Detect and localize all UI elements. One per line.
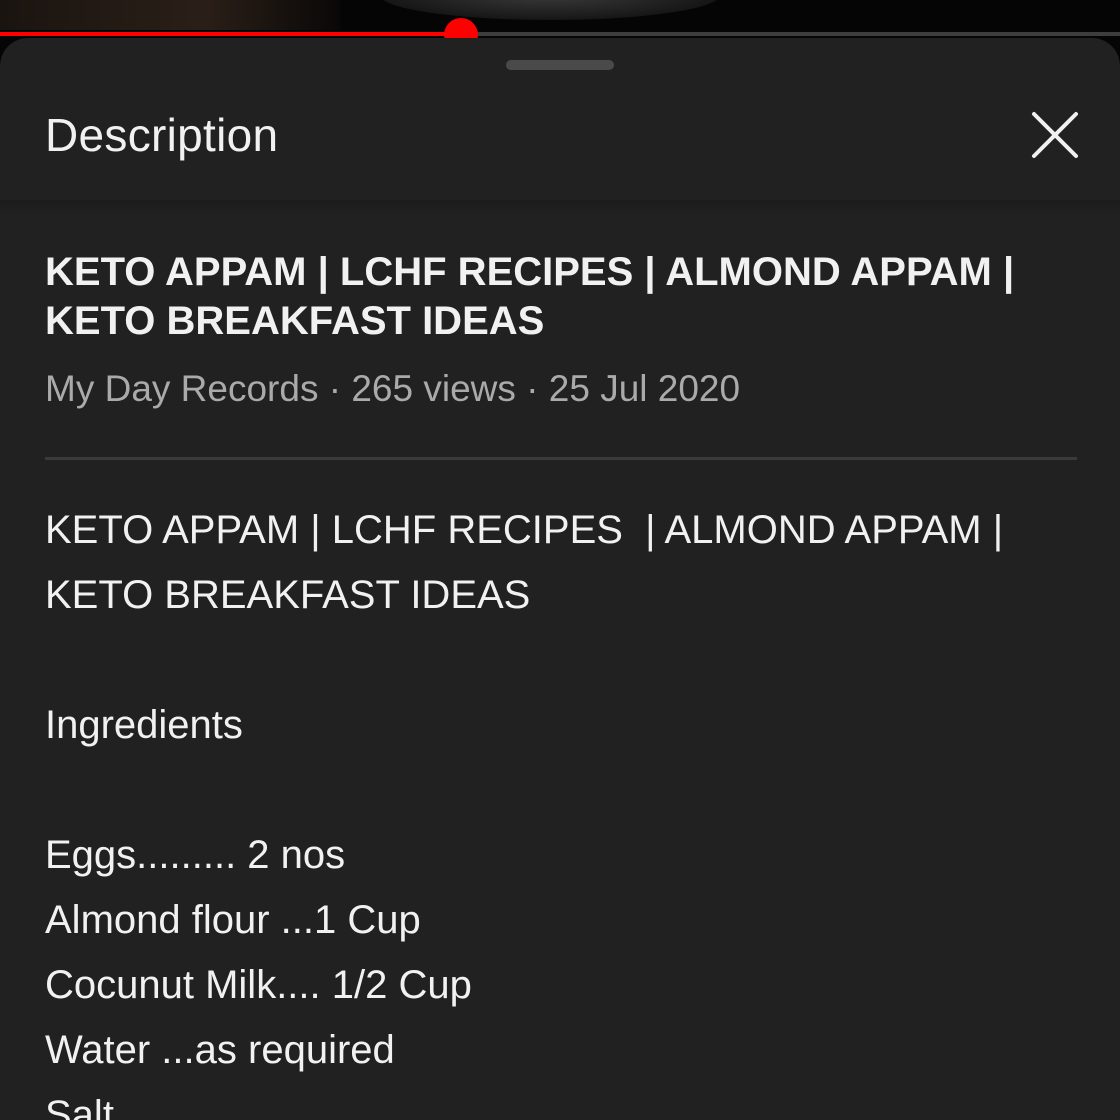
description-sheet: Description KETO APPAM | LCHF RECIPES | … — [0, 38, 1120, 1120]
description-line: Eggs......... 2 nos — [45, 833, 346, 877]
progress-played — [0, 32, 461, 36]
video-title-line-1: KETO APPAM | LCHF RECIPES | ALMOND APPAM… — [45, 250, 1015, 294]
meta-separator: · — [515, 368, 549, 409]
sheet-title: Description — [45, 109, 279, 161]
drag-handle[interactable] — [506, 60, 614, 70]
screen: Description KETO APPAM | LCHF RECIPES | … — [0, 0, 1120, 1120]
video-frame — [0, 0, 340, 30]
video-meta: My Day Records · 265 views · 25 Jul 2020 — [45, 367, 1085, 411]
video-frame-object — [380, 0, 720, 20]
sheet-header: Description — [0, 78, 1120, 202]
divider — [45, 457, 1077, 460]
description-line — [45, 628, 1085, 693]
close-icon — [1032, 112, 1078, 158]
description-line: Water ...as required — [45, 1028, 395, 1072]
description-text: KETO APPAM | LCHF RECIPES | ALMOND APPAM… — [45, 498, 1085, 1120]
meta-separator: · — [318, 368, 352, 409]
close-button[interactable] — [1022, 102, 1088, 168]
description-line: Ingredients — [45, 703, 243, 747]
header-divider — [0, 200, 1120, 214]
progress-bar[interactable] — [0, 32, 1120, 36]
view-count: 265 views — [351, 368, 516, 409]
description-line — [45, 758, 1085, 823]
description-line: Cocunut Milk.... 1/2 Cup — [45, 963, 472, 1007]
video-title-line-2: KETO BREAKFAST IDEAS — [45, 299, 545, 343]
description-content: KETO APPAM | LCHF RECIPES | ALMOND APPAM… — [45, 248, 1085, 1120]
description-line: Salt — [45, 1093, 114, 1120]
channel-name[interactable]: My Day Records — [45, 368, 318, 409]
upload-date: 25 Jul 2020 — [548, 368, 741, 409]
video-title: KETO APPAM | LCHF RECIPES | ALMOND APPAM… — [45, 248, 1085, 346]
description-line: KETO APPAM | LCHF RECIPES | ALMOND APPAM… — [45, 508, 1004, 552]
description-line: KETO BREAKFAST IDEAS — [45, 573, 531, 617]
description-line: Almond flour ...1 Cup — [45, 898, 421, 942]
